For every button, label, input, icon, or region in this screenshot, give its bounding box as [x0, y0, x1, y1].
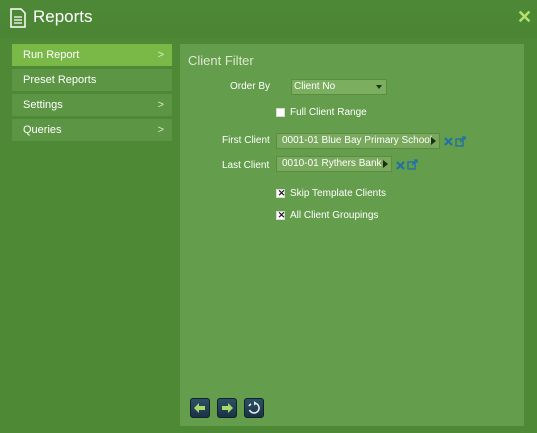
all-client-groupings-checkbox[interactable]: ✕: [276, 210, 286, 220]
sidebar-item-label: Run Report: [23, 49, 80, 61]
open-external-icon[interactable]: [407, 159, 418, 170]
refresh-button[interactable]: [244, 398, 264, 418]
last-client-label: Last Client: [222, 160, 270, 171]
sidebar-item-label: Settings: [23, 99, 63, 111]
first-client-label: First Client: [222, 135, 270, 146]
title-bar: Reports ✕: [0, 0, 537, 38]
forward-button[interactable]: [217, 398, 237, 418]
open-external-icon[interactable]: [455, 136, 466, 147]
sidebar-item-label: Preset Reports: [23, 74, 97, 86]
order-by-select[interactable]: Client No: [291, 79, 387, 95]
checkmark-x-icon: ✕: [277, 188, 286, 198]
sidebar: Run Report > Preset Reports Settings > Q…: [12, 44, 172, 144]
last-client-value: 0010-01 Rythers Bank: [282, 158, 382, 169]
play-arrow-icon: [383, 160, 388, 168]
last-client-field[interactable]: 0010-01 Rythers Bank: [276, 156, 392, 172]
client-filter-panel: Client Filter Order By Client No Full Cl…: [180, 44, 524, 426]
first-client-value: 0001-01 Blue Bay Primary School: [282, 135, 433, 146]
back-arrow-icon: [194, 403, 205, 413]
sidebar-item-queries[interactable]: Queries >: [12, 119, 172, 141]
skip-template-clients-label: Skip Template Clients: [290, 188, 386, 199]
document-icon: [10, 8, 26, 28]
sidebar-item-label: Queries: [23, 124, 62, 136]
order-by-label: Order By: [230, 81, 271, 92]
chevron-right-icon: >: [157, 99, 164, 111]
clear-icon[interactable]: [395, 160, 406, 171]
forward-arrow-icon: [222, 403, 233, 413]
refresh-icon: [248, 401, 260, 414]
full-client-range-checkbox[interactable]: [276, 108, 285, 117]
order-by-value: Client No: [294, 81, 336, 92]
checkmark-x-icon: ✕: [277, 210, 286, 220]
play-arrow-icon: [431, 137, 436, 145]
full-client-range-label: Full Client Range: [290, 107, 367, 118]
all-client-groupings-label: All Client Groupings: [290, 210, 379, 221]
panel-title: Client Filter: [188, 53, 254, 68]
sidebar-item-settings[interactable]: Settings >: [12, 94, 172, 116]
chevron-right-icon: >: [157, 49, 164, 61]
chevron-down-icon: [376, 85, 382, 89]
clear-icon[interactable]: [443, 136, 454, 147]
chevron-right-icon: >: [157, 124, 164, 136]
sidebar-item-run-report[interactable]: Run Report >: [12, 44, 172, 66]
sidebar-item-preset-reports[interactable]: Preset Reports: [12, 69, 172, 91]
back-button[interactable]: [190, 398, 210, 418]
close-icon[interactable]: ✕: [517, 8, 532, 26]
window-title: Reports: [33, 7, 93, 26]
skip-template-clients-checkbox[interactable]: ✕: [276, 188, 286, 198]
reports-window: Reports ✕ Run Report > Preset Reports Se…: [0, 0, 537, 433]
first-client-field[interactable]: 0001-01 Blue Bay Primary School: [276, 133, 440, 149]
